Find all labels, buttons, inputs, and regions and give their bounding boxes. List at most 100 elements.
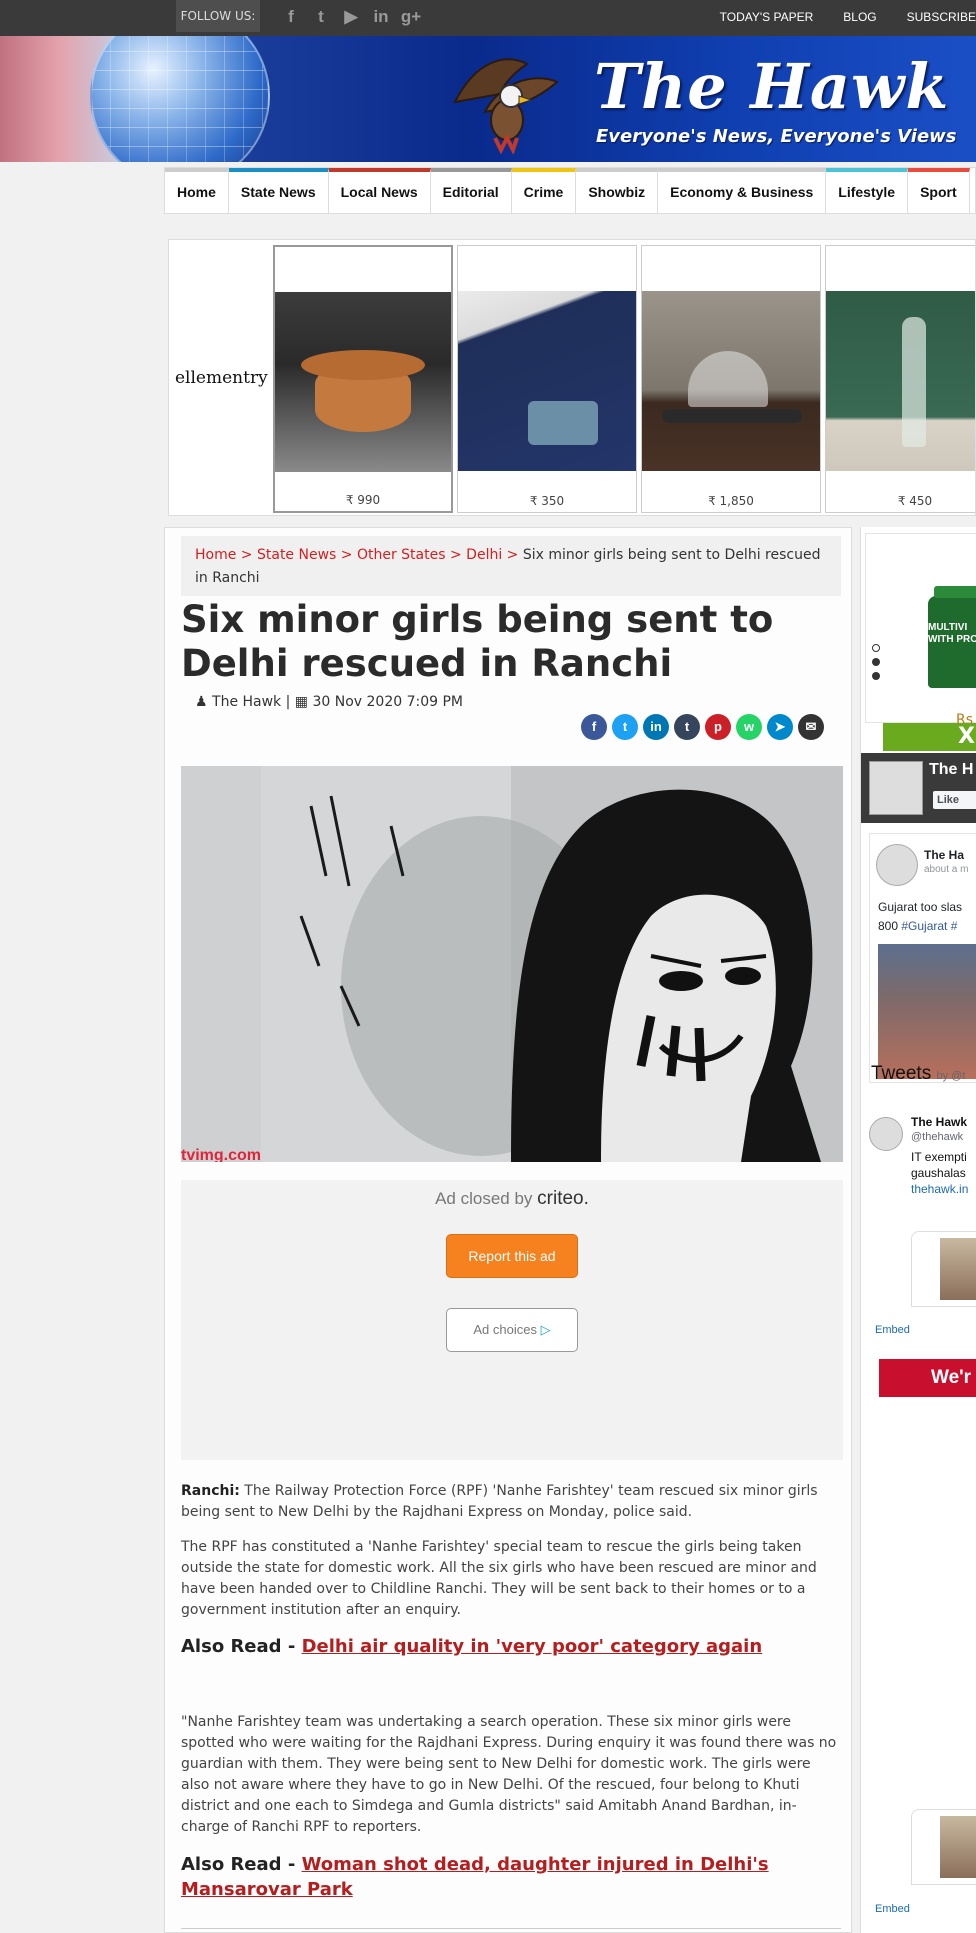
email-share-icon[interactable]: ✉ — [798, 714, 824, 740]
post-image[interactable] — [878, 944, 976, 1079]
embed-link[interactable]: Embed — [875, 1324, 910, 1336]
twitter-share-icon[interactable]: t — [612, 714, 638, 740]
youtube-icon[interactable]: ▶ — [340, 6, 362, 28]
tweet-media-card[interactable] — [911, 1231, 976, 1307]
site-banner[interactable]: The Hawk Everyone's News, Everyone's Vie… — [0, 36, 976, 162]
breadcrumb-home[interactable]: Home — [195, 547, 236, 563]
also-read-label: Also Read - — [181, 1854, 296, 1875]
nav-item-crime[interactable]: Crime — [511, 168, 577, 213]
carousel-dot[interactable] — [872, 672, 880, 680]
also-read-label: Also Read - — [181, 1636, 296, 1657]
twitter-icon[interactable]: t — [310, 6, 332, 28]
share-buttons: f t in t p w ➤ ✉ — [581, 714, 824, 740]
nav-item-local-news[interactable]: Local News — [328, 168, 431, 213]
pinterest-share-icon[interactable]: p — [705, 714, 731, 740]
eagle-logo-icon — [453, 58, 559, 154]
breadcrumb-separator: > — [340, 547, 353, 563]
article-byline: ♟ The Hawk | ▦ 30 Nov 2020 7:09 PM — [195, 694, 463, 710]
product-bottle-image: MULTIVI WITH PRO — [928, 586, 976, 688]
product-price: ₹ 1,850 — [708, 494, 754, 508]
google-plus-icon[interactable]: g+ — [400, 6, 422, 28]
whatsapp-share-icon[interactable]: w — [736, 714, 762, 740]
article-paragraph: The RPF has constituted a 'Nanhe Farisht… — [181, 1539, 817, 1618]
carousel-dots[interactable] — [872, 644, 880, 680]
tweet-link-text[interactable]: thehawk.in — [911, 1182, 968, 1196]
ad-brand-name[interactable]: ellementry — [175, 368, 268, 388]
ad-choices-label: Ad choices — [473, 1322, 537, 1337]
bottle-cap — [934, 586, 976, 598]
tweet-media-card[interactable] — [911, 1809, 976, 1885]
ad-product-card[interactable]: ₹ 450 — [825, 245, 975, 513]
also-read-2: Also Read - Woman shot dead, daughter in… — [181, 1852, 841, 1902]
article-author[interactable]: The Hawk — [212, 694, 281, 710]
site-title: The Hawk — [594, 50, 950, 123]
follow-us-label: FOLLOW US: — [176, 0, 260, 32]
linkedin-share-icon[interactable]: in — [643, 714, 669, 740]
top-social-icons: f t ▶ in g+ — [280, 6, 422, 28]
post-avatar — [876, 844, 918, 886]
close-ad-button[interactable]: X — [883, 723, 976, 751]
tweets-title: Tweets — [871, 1063, 932, 1084]
ad-product-card[interactable]: ₹ 1,850 — [641, 245, 821, 513]
nav-item-economy-business[interactable]: Economy & Business — [658, 168, 827, 213]
nav-item-showbiz[interactable]: Showbiz — [576, 168, 659, 213]
breadcrumb-delhi[interactable]: Delhi — [466, 547, 502, 563]
tweets-by[interactable]: by @t — [936, 1070, 965, 1082]
breadcrumb-state-news[interactable]: State News — [257, 547, 336, 563]
fb-like-button[interactable]: Like — [933, 791, 976, 809]
carousel-dot[interactable] — [872, 658, 880, 666]
nav-item-lifestyle[interactable]: Lifestyle — [826, 168, 909, 213]
tweets-header: Tweets by @t — [871, 1063, 965, 1085]
tumblr-share-icon[interactable]: t — [674, 714, 700, 740]
also-read-link[interactable]: Delhi air quality in 'very poor' categor… — [302, 1636, 763, 1657]
ad-product-card[interactable]: ₹ 350 — [457, 245, 637, 513]
telegram-share-icon[interactable]: ➤ — [767, 714, 793, 740]
tweet-author[interactable]: The Hawk — [911, 1115, 967, 1129]
nav-item-home[interactable]: Home — [165, 168, 229, 213]
article-container: Home > State News > Other States > Delhi… — [164, 527, 852, 1933]
fb-page-title[interactable]: The H — [929, 761, 973, 779]
subscribe-link[interactable]: SUBSCRIBE — [907, 10, 976, 24]
ad-closed-prefix: Ad closed by — [435, 1189, 533, 1208]
post-hashtag[interactable]: #Gujarat # — [901, 919, 957, 933]
product-price: ₹ 350 — [529, 494, 565, 508]
sidebar-ad[interactable]: MULTIVI WITH PRO Rs — [865, 533, 976, 728]
facebook-post[interactable]: The Ha about a m Gujarat too slas 800 #G… — [869, 833, 976, 1083]
sidebar: MULTIVI WITH PRO Rs X The H Like The Ha … — [860, 527, 976, 1933]
bottle-label: MULTIVI WITH PRO — [928, 622, 976, 645]
post-author[interactable]: The Ha — [924, 848, 964, 862]
breadcrumb-other-states[interactable]: Other States — [357, 547, 446, 563]
promo-banner[interactable]: We'r — [879, 1359, 976, 1397]
report-ad-button[interactable]: Report this ad — [446, 1234, 578, 1278]
nav-item-state-news[interactable]: State News — [228, 168, 329, 213]
main-nav: Home State News Local News Editorial Cri… — [164, 167, 976, 214]
tweet-link[interactable]: thehawk.in — [911, 1181, 976, 1197]
page-avatar — [869, 761, 923, 815]
article-paragraph: "Nanhe Farishtey team was undertaking a … — [181, 1714, 837, 1835]
facebook-share-icon[interactable]: f — [581, 714, 607, 740]
embed-link[interactable]: Embed — [875, 1903, 910, 1915]
paragraph-text: The Railway Protection Force (RPF) 'Nanh… — [181, 1483, 818, 1520]
ad-choices-button[interactable]: Ad choices ▷ — [446, 1308, 578, 1352]
facebook-icon[interactable]: f — [280, 6, 302, 28]
linkedin-icon[interactable]: in — [370, 6, 392, 28]
ad-product-card[interactable]: ₹ 990 — [273, 245, 453, 513]
product-price: ₹ 990 — [345, 493, 381, 507]
svg-text:tvimg.com: tvimg.com — [181, 1147, 261, 1162]
breadcrumb-separator: > — [449, 547, 462, 563]
todays-paper-link[interactable]: TODAY'S PAPER — [720, 10, 814, 24]
tweet-media-image — [940, 1816, 976, 1878]
article-date: 30 Nov 2020 7:09 PM — [312, 694, 464, 710]
nav-item-sport[interactable]: Sport — [908, 168, 970, 213]
facebook-page-widget[interactable]: The H Like — [861, 753, 976, 823]
tweet-handle[interactable]: @thehawk — [911, 1131, 963, 1143]
globe-graphic — [90, 36, 270, 162]
nav-item-editorial[interactable]: Editorial — [430, 168, 512, 213]
post-text-line: Gujarat too slas — [878, 900, 963, 914]
carousel-dot[interactable] — [872, 644, 880, 652]
blog-link[interactable]: BLOG — [843, 10, 876, 24]
product-price: ₹ 450 — [897, 494, 933, 508]
product-photo — [275, 292, 451, 472]
top-bar: FOLLOW US: f t ▶ in g+ TODAY'S PAPER BLO… — [0, 0, 976, 36]
product-ad-strip[interactable]: ellementry ₹ 990 ₹ 350 ₹ 1,850 ₹ 450 — [168, 239, 976, 516]
